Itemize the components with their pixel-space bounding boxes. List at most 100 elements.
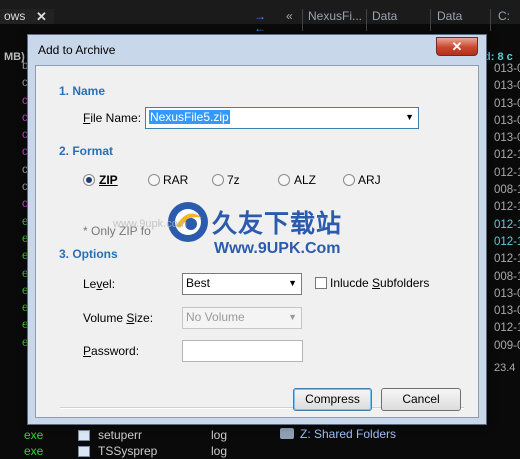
file-icon: [78, 446, 90, 457]
close-icon: ✕: [451, 39, 463, 54]
date-cell: 013-0: [494, 114, 520, 127]
volume-size-select[interactable]: No Volume ▼: [182, 307, 302, 329]
file-row[interactable]: exe TSSysprep log: [0, 443, 520, 459]
left-cell: e: [22, 232, 28, 245]
date-cell: 013-0: [494, 132, 520, 145]
date-cell: 013-0: [494, 80, 520, 93]
tab-data-1[interactable]: Data: [368, 9, 432, 24]
cancel-button[interactable]: Cancel: [381, 388, 461, 411]
left-cell: e: [22, 319, 28, 332]
left-cell: e: [22, 267, 28, 280]
file-ext: exe: [24, 444, 44, 458]
left-cell: e: [22, 336, 28, 349]
left-cell: e: [22, 284, 28, 297]
left-cell: e: [22, 215, 28, 228]
collapse-icon[interactable]: «: [286, 9, 293, 23]
date-cell: 012-1: [494, 235, 520, 248]
file-manager-tabbar: ows ✕ → ← « NexusFi... Data Data C:: [0, 0, 520, 34]
radio-label-rar: RAR: [163, 173, 189, 187]
shared-folders-item[interactable]: Z: Shared Folders: [280, 427, 396, 441]
date-cell: 008-1: [494, 184, 520, 197]
left-cell: c: [22, 198, 28, 211]
chevron-down-icon[interactable]: ▼: [288, 278, 297, 288]
date-cell: 012-1: [494, 322, 520, 335]
size-value: 23.4: [494, 362, 516, 374]
radio-label-arj: ARJ: [358, 173, 381, 187]
radio-label-7z: 7z: [227, 173, 240, 187]
level-value: Best: [186, 276, 211, 290]
left-cell: c: [22, 94, 28, 107]
left-cell: c: [22, 111, 28, 124]
compress-button[interactable]: Compress: [293, 388, 372, 411]
radio-button[interactable]: [343, 174, 355, 186]
options-section-heading: 3. Options: [59, 247, 118, 261]
volume-size-value: No Volume: [186, 310, 245, 324]
password-field[interactable]: [182, 340, 303, 362]
dialog-titlebar[interactable]: Add to Archive ✕: [28, 35, 486, 65]
date-cell: 013-0: [494, 305, 520, 318]
date-cell: 012-1: [494, 201, 520, 214]
tab-drive-c[interactable]: C:: [494, 9, 520, 24]
volume-size-label: Volume Size:: [83, 311, 154, 325]
file-name: setuperr: [98, 428, 143, 442]
chevron-down-icon[interactable]: ▼: [405, 112, 414, 122]
radio-label-zip: ZIP: [99, 173, 118, 187]
date-cell: 012-1: [494, 166, 520, 179]
left-cell: b: [22, 60, 28, 72]
date-cell: 009-0: [494, 339, 520, 352]
left-cell: c: [22, 146, 28, 159]
date-cell: 012-1: [494, 253, 520, 266]
file-row[interactable]: exe setuperr log: [0, 427, 520, 443]
radio-button[interactable]: [148, 174, 160, 186]
file-name-input[interactable]: NexusFile5.zip: [149, 110, 230, 124]
file-type: log: [211, 444, 228, 458]
date-cell: 013-0: [494, 97, 520, 110]
file-icon: [78, 430, 90, 441]
file-type: log: [211, 428, 228, 442]
radio-button[interactable]: [83, 174, 95, 186]
date-column: 013-0 013-0 013-0 013-0 013-0 012-1 012-1 008-1…: [494, 63, 520, 357]
date-cell: 013-0: [494, 287, 520, 300]
level-label: Level:: [83, 277, 116, 291]
watermark-faint-url: www.9upk.com: [113, 218, 187, 230]
date-cell: 012-1: [494, 149, 520, 162]
add-to-archive-dialog: Add to Archive ✕ 1. Name File Name: Nexu…: [27, 34, 487, 425]
close-dialog-button[interactable]: ✕: [436, 37, 478, 56]
tab-separator: [430, 9, 431, 31]
tab-separator: [302, 9, 303, 31]
file-name: TSSysprep: [98, 444, 158, 458]
include-subfolders-checkbox[interactable]: [315, 277, 327, 289]
close-tab-icon[interactable]: ✕: [36, 9, 47, 24]
date-cell: 012-1: [494, 218, 520, 231]
level-select[interactable]: Best ▼: [182, 273, 302, 295]
file-name-combobox[interactable]: NexusFile5.zip ▼: [145, 107, 419, 129]
tab-nexusfi[interactable]: NexusFi...: [304, 9, 368, 24]
left-cell: c: [22, 77, 28, 90]
radio-button[interactable]: [212, 174, 224, 186]
tab-separator: [366, 9, 367, 31]
file-ext: exe: [24, 428, 44, 442]
radio-button[interactable]: [278, 174, 290, 186]
left-pane-cells: bcccccccceeeeeeee: [0, 60, 28, 354]
tab-separator: [490, 9, 491, 31]
right-pane-header: d: 8 c: [484, 51, 513, 63]
left-cell: c: [22, 163, 28, 176]
dialog-title: Add to Archive: [38, 43, 116, 57]
radio-label-alz: ALZ: [294, 173, 317, 187]
left-cell: e: [22, 302, 28, 315]
date-cell: 008-1: [494, 270, 520, 283]
swap-panes-icon[interactable]: → ←: [254, 10, 266, 34]
password-label: Password:: [83, 344, 140, 358]
dialog-body: 1. Name File Name: NexusFile5.zip ▼ 2. F…: [35, 65, 479, 418]
left-cell: e: [22, 250, 28, 263]
tab-data-2[interactable]: Data: [433, 9, 487, 24]
shared-folders-label: Z: Shared Folders: [300, 427, 397, 441]
network-drive-icon: [280, 428, 294, 439]
chevron-down-icon[interactable]: ▼: [288, 312, 297, 322]
left-cell: c: [22, 181, 28, 194]
include-subfolders-label[interactable]: Inlucde Subfolders: [330, 276, 429, 290]
format-section-heading: 2. Format: [59, 144, 114, 158]
file-name-label: File Name:: [83, 111, 142, 125]
date-cell: 013-0: [494, 63, 520, 75]
left-cell: c: [22, 129, 28, 142]
